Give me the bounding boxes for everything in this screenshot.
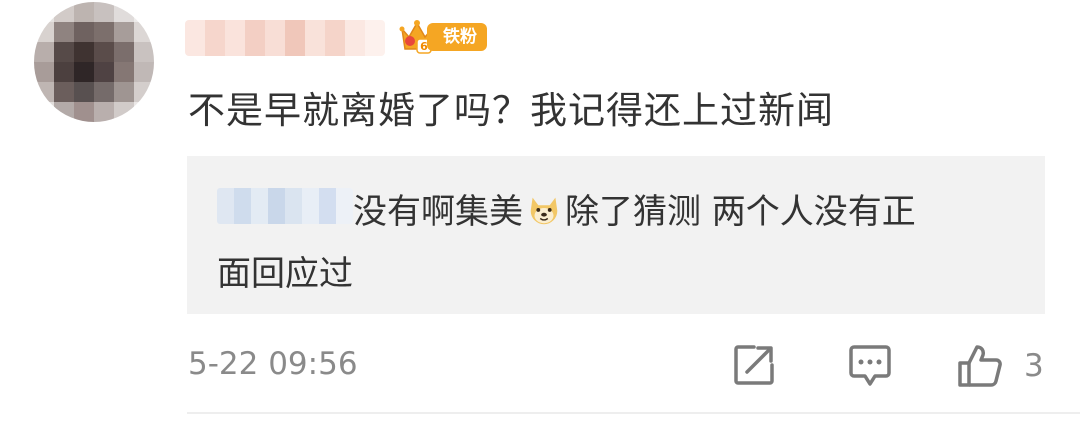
reply-username-blurred[interactable] [217,188,353,224]
share-button[interactable] [732,343,776,387]
reply-text-line-1: 没有啊集美 除了猜测 两个人没有正 [353,184,916,233]
reply-text-line-2: 面回应过 [217,254,353,294]
reply-text-part-1: 没有啊集美 [353,192,523,232]
username-blurred[interactable] [185,20,385,56]
doge-emoji-icon [530,197,558,224]
avatar[interactable] [34,2,154,122]
divider [187,412,1080,414]
comment-timestamp: 5-22 09:56 [188,346,358,382]
comment-bubble-icon [849,345,891,386]
comment-item: 6 铁粉 不是早就离婚了吗？我记得还上过新闻 没有啊集美 除了猜测 两个人没有正… [0,0,1080,426]
fan-badge[interactable]: 6 铁粉 [397,17,487,57]
reply-button[interactable] [848,343,892,389]
badge-label: 铁粉 [427,23,487,51]
thumb-up-icon [958,345,1002,387]
share-edit-icon [734,345,774,385]
comment-text: 不是早就离婚了吗？我记得还上过新闻 [188,89,834,132]
like-count: 3 [1024,348,1044,384]
reply-text-part-2: 除了猜测 两个人没有正 [565,192,916,232]
reply-preview[interactable]: 没有啊集美 除了猜测 两个人没有正 面回应过 [187,156,1045,314]
like-button[interactable]: 3 [956,343,1044,389]
